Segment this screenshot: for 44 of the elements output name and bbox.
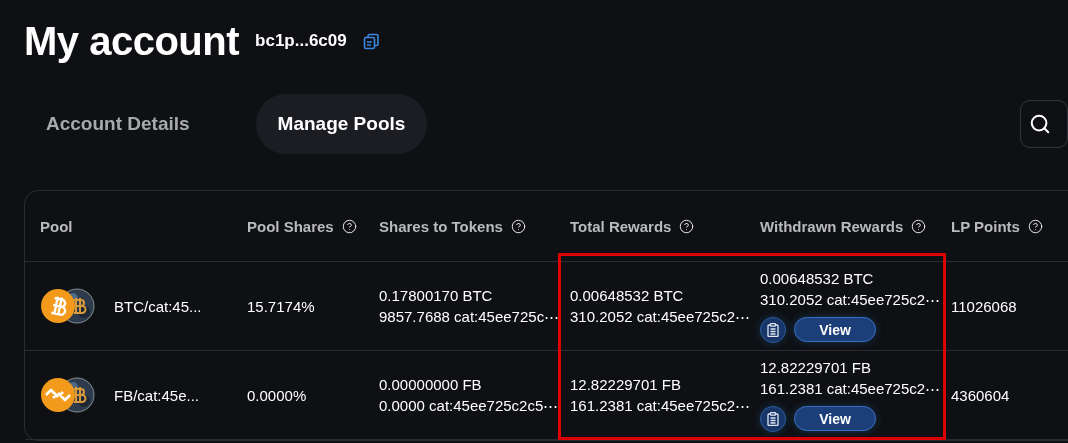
tab[interactable]: Account Details bbox=[24, 94, 212, 154]
reward-amount: 161.2381 cat:45ee725c2⋯ bbox=[570, 396, 752, 415]
help-icon[interactable] bbox=[679, 218, 695, 234]
token-amount: 0.0000 cat:45ee725c2c5⋯ bbox=[379, 396, 560, 415]
page-title: My account bbox=[24, 18, 240, 64]
withdrawn-amount: 310.2052 cat:45ee725c2⋯ bbox=[760, 290, 942, 309]
token-amount: 0.00000000 FB bbox=[379, 375, 483, 393]
column-header: Shares to Tokens bbox=[379, 217, 503, 235]
reward-amount: 310.2052 cat:45ee725c2⋯ bbox=[570, 307, 752, 326]
column-header: LP Points bbox=[951, 217, 1020, 235]
table-cell-text: 11026068 bbox=[951, 297, 1018, 315]
search-button[interactable] bbox=[1020, 100, 1068, 148]
help-icon[interactable] bbox=[341, 218, 357, 234]
table-cell-text: 0.0000% bbox=[247, 386, 308, 404]
clipboard-icon bbox=[767, 322, 779, 337]
clipboard-button[interactable] bbox=[760, 405, 786, 432]
wallet-address: bc1p...6c09 bbox=[255, 31, 347, 51]
token-pair-icon bbox=[40, 377, 96, 413]
clipboard-button[interactable] bbox=[760, 316, 786, 343]
column-header: Total Rewards bbox=[570, 217, 672, 235]
reward-amount: 0.00648532 BTC bbox=[570, 286, 685, 304]
search-icon[interactable] bbox=[1029, 113, 1051, 135]
tab[interactable]: Manage Pools bbox=[255, 94, 428, 154]
column-header: Pool bbox=[40, 217, 73, 235]
help-icon[interactable] bbox=[911, 218, 927, 234]
clipboard-icon bbox=[767, 411, 779, 426]
column-header: Pool Shares bbox=[247, 217, 334, 235]
bitcoin-pair-icon bbox=[40, 288, 96, 324]
view-button[interactable]: View bbox=[794, 317, 876, 342]
table-cell-text: 15.7174% bbox=[247, 297, 316, 315]
withdrawn-amount: 161.2381 cat:45ee725c2⋯ bbox=[760, 379, 942, 398]
column-header: Withdrawn Rewards bbox=[760, 217, 904, 235]
pool-name: BTC/cat:45... bbox=[114, 297, 202, 315]
withdrawn-amount: 0.00648532 BTC bbox=[760, 269, 875, 287]
token-amount: 9857.7688 cat:45ee725c⋯ bbox=[379, 307, 561, 326]
pool-name: FB/cat:45e... bbox=[114, 386, 200, 404]
copy-icon[interactable] bbox=[362, 32, 380, 50]
token-amount: 0.17800170 BTC bbox=[379, 286, 494, 304]
reward-amount: 12.82229701 FB bbox=[570, 375, 682, 393]
help-icon[interactable] bbox=[1027, 218, 1043, 234]
view-button[interactable]: View bbox=[794, 406, 876, 431]
table-cell-text: 4360604 bbox=[951, 386, 1011, 404]
help-icon[interactable] bbox=[510, 218, 526, 234]
withdrawn-amount: 12.82229701 FB bbox=[760, 358, 872, 376]
